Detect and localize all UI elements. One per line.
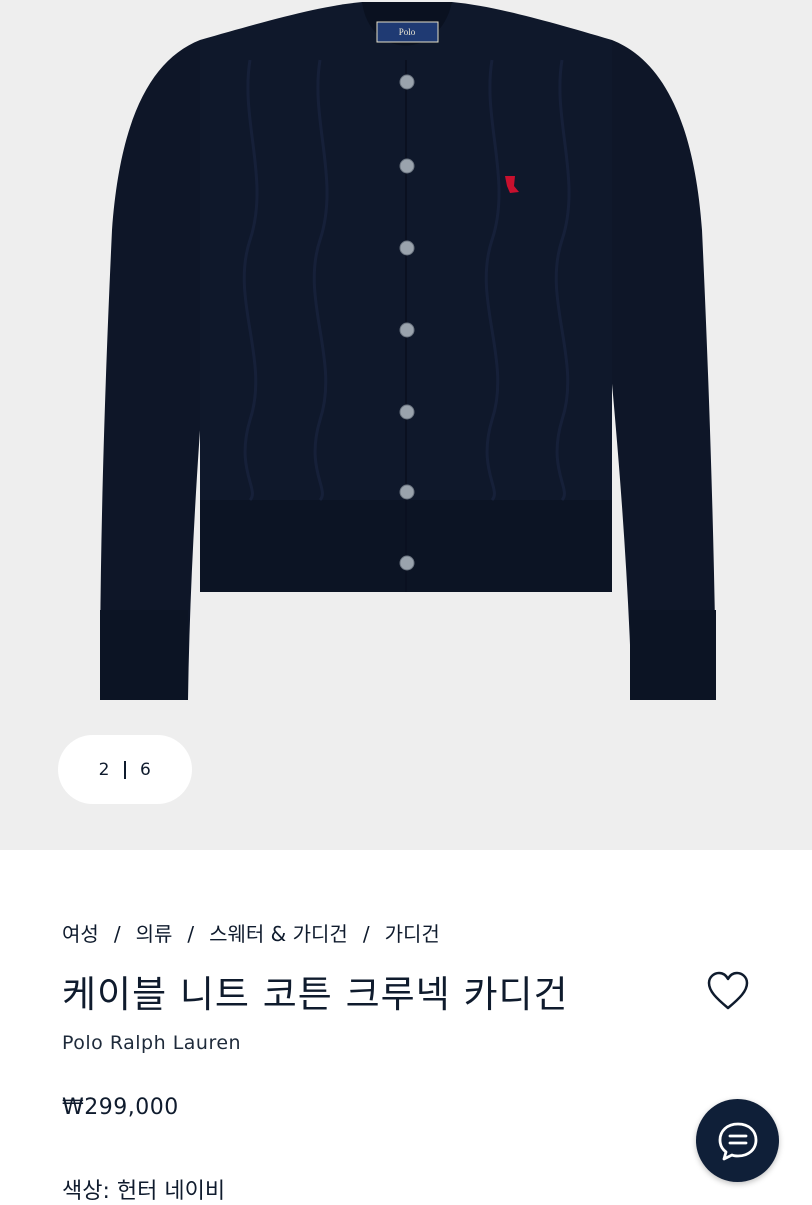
chat-icon xyxy=(718,1122,757,1160)
image-counter: 2 6 xyxy=(58,735,192,804)
wishlist-button[interactable] xyxy=(704,968,752,1016)
breadcrumb-item-cardigans[interactable]: 가디건 xyxy=(385,922,440,946)
color-label: 색상: xyxy=(62,1179,110,1204)
product-gallery[interactable]: Polo 2 6 xyxy=(0,0,812,850)
color-value: 헌터 네이비 xyxy=(116,1179,226,1204)
breadcrumb-item-clothing[interactable]: 의류 xyxy=(136,922,173,946)
product-image: Polo xyxy=(100,2,716,700)
breadcrumb-item-women[interactable]: 여성 xyxy=(62,922,99,946)
breadcrumb-separator: / xyxy=(362,922,370,946)
breadcrumb-item-sweaters[interactable]: 스웨터 & 가디건 xyxy=(209,922,348,946)
breadcrumb-separator: / xyxy=(187,922,195,946)
neck-label-text: Polo xyxy=(399,27,416,37)
image-counter-separator xyxy=(124,760,126,779)
chat-button[interactable] xyxy=(696,1099,779,1182)
brand-name[interactable]: Polo Ralph Lauren xyxy=(62,1032,241,1054)
image-counter-total: 6 xyxy=(140,759,152,780)
product-price: ₩299,000 xyxy=(62,1095,179,1120)
breadcrumb-separator: / xyxy=(113,922,121,946)
color-selection: 색상: 헌터 네이비 xyxy=(62,1173,225,1205)
image-counter-current: 2 xyxy=(98,759,110,780)
heart-icon xyxy=(707,971,749,1010)
product-title: 케이블 니트 코튼 크루넥 카디건 xyxy=(62,973,569,1016)
product-info: 여성 / 의류 / 스웨터 & 가디건 / 가디건 케이블 니트 코튼 크루넥 카디건 Po… xyxy=(0,850,812,1204)
breadcrumb: 여성 / 의류 / 스웨터 & 가디건 / 가디건 xyxy=(62,918,440,947)
